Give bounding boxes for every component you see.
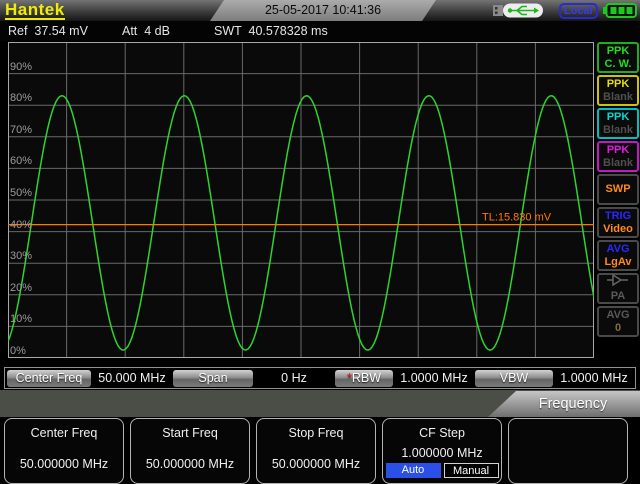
local-mode-label: Local bbox=[564, 5, 593, 17]
side-button-ppk-blank-yellow[interactable]: PPK Blank bbox=[597, 75, 639, 106]
softkey-title: Stop Freq bbox=[257, 426, 375, 440]
softkey-value: 50.000000 MHz bbox=[257, 457, 375, 471]
cf-step-mode-toggle: Auto Manual bbox=[383, 463, 501, 478]
side-button-line2: Blank bbox=[603, 124, 633, 137]
softkey-value: 1.000000 MHz bbox=[383, 446, 501, 460]
spectrum-display: TL:15.830 mV bbox=[8, 42, 594, 358]
vbw-value: 1.0000 MHz bbox=[554, 370, 634, 387]
y-tick: 20% bbox=[10, 283, 32, 294]
softkey-title: CF Step bbox=[383, 426, 501, 440]
side-button-line2: 0 bbox=[615, 322, 621, 335]
softkey-start-freq[interactable]: Start Freq 50.000000 MHz bbox=[130, 418, 250, 484]
center-freq-value: 50.000 MHz bbox=[92, 370, 172, 387]
side-button-line2: C. W. bbox=[605, 58, 632, 71]
rbw-chip: *RBW bbox=[335, 370, 393, 387]
top-status-bar: Hantek 25-05-2017 10:41:36 Local bbox=[0, 0, 640, 21]
side-button-line1: PPK bbox=[607, 78, 630, 91]
y-tick: 30% bbox=[10, 251, 32, 262]
span-chip: Span bbox=[173, 370, 253, 387]
y-tick: 90% bbox=[10, 62, 32, 73]
side-button-ppk-blank-magenta[interactable]: PPK Blank bbox=[597, 141, 639, 172]
side-button-pa[interactable]: PA bbox=[597, 273, 639, 304]
side-button-line2: Blank bbox=[603, 91, 633, 104]
side-button-line2: Video bbox=[603, 223, 633, 236]
spectrum-analyzer-screen: { "header": { "logo": "Hantek", "datetim… bbox=[0, 0, 640, 480]
active-menu-tab-label: Frequency bbox=[539, 396, 608, 412]
y-tick: 40% bbox=[10, 220, 32, 231]
measurement-info-bar: Ref 37.54 mV Att 4 dB SWT 40.578328 ms bbox=[0, 21, 640, 41]
side-button-line1: PPK bbox=[607, 111, 630, 124]
brand-logo: Hantek bbox=[5, 1, 65, 20]
y-tick: 10% bbox=[10, 314, 32, 325]
side-button-trig-video[interactable]: TRIG Video bbox=[597, 207, 639, 238]
side-button-ppk-cw[interactable]: PPK C. W. bbox=[597, 42, 639, 73]
y-tick: 70% bbox=[10, 125, 32, 136]
softkey-center-freq[interactable]: Center Freq 50.000000 MHz bbox=[4, 418, 124, 484]
y-tick: 0% bbox=[10, 346, 26, 357]
auto-option[interactable]: Auto bbox=[386, 463, 441, 478]
side-button-line2: PA bbox=[611, 290, 625, 303]
frequency-status-bar: Center Freq 50.000 MHz Span 0 Hz *RBW 1.… bbox=[4, 367, 636, 389]
side-button-line1: PPK bbox=[607, 45, 630, 58]
waveform-plot: TL:15.830 mV bbox=[8, 42, 594, 358]
side-button-line1: AVG bbox=[606, 243, 629, 256]
side-button-line2: Blank bbox=[603, 157, 633, 170]
side-button-line1: TRIG bbox=[605, 210, 631, 223]
side-button-ppk-blank-cyan[interactable]: PPK Blank bbox=[597, 108, 639, 139]
side-button-line2: LgAv bbox=[604, 256, 631, 269]
softkey-value: 50.000000 MHz bbox=[131, 457, 249, 471]
rbw-value: 1.0000 MHz bbox=[394, 370, 474, 387]
softkey-empty[interactable] bbox=[508, 418, 628, 484]
vbw-chip: VBW bbox=[475, 370, 553, 387]
softkey-title: Start Freq bbox=[131, 426, 249, 440]
side-button-swp[interactable]: SWP bbox=[597, 174, 639, 205]
y-tick: 50% bbox=[10, 188, 32, 199]
datetime-banner: 25-05-2017 10:41:36 bbox=[210, 0, 436, 21]
attenuation-readout: Att 4 dB bbox=[122, 24, 170, 38]
center-freq-chip: Center Freq bbox=[7, 370, 91, 387]
side-button-avg-lgav[interactable]: AVG LgAv bbox=[597, 240, 639, 271]
span-value: 0 Hz bbox=[254, 370, 334, 387]
y-tick: 80% bbox=[10, 93, 32, 104]
svg-text:TL:15.830 mV: TL:15.830 mV bbox=[482, 212, 552, 224]
bottom-softkeys: Center Freq 50.000000 MHz Start Freq 50.… bbox=[4, 418, 628, 484]
softkey-cf-step[interactable]: CF Step 1.000000 MHz Auto Manual bbox=[382, 418, 502, 484]
softkey-value: 50.000000 MHz bbox=[5, 457, 123, 471]
local-mode-badge: Local bbox=[559, 3, 598, 19]
y-tick: 60% bbox=[10, 156, 32, 167]
side-button-line1: AVG bbox=[606, 309, 629, 322]
battery-full-icon bbox=[603, 3, 637, 23]
side-button-line1: SWP bbox=[605, 183, 630, 196]
softkey-title: Center Freq bbox=[5, 426, 123, 440]
datetime-text: 25-05-2017 10:41:36 bbox=[265, 3, 381, 17]
softkey-stop-freq[interactable]: Stop Freq 50.000000 MHz bbox=[256, 418, 376, 484]
sweep-time-readout: SWT 40.578328 ms bbox=[214, 24, 328, 38]
ref-level-readout: Ref 37.54 mV bbox=[8, 24, 88, 38]
side-button-avg-0[interactable]: AVG 0 bbox=[597, 306, 639, 337]
power-amplifier-icon bbox=[607, 274, 629, 290]
side-button-line1: PPK bbox=[607, 144, 630, 157]
manual-option[interactable]: Manual bbox=[444, 463, 499, 478]
